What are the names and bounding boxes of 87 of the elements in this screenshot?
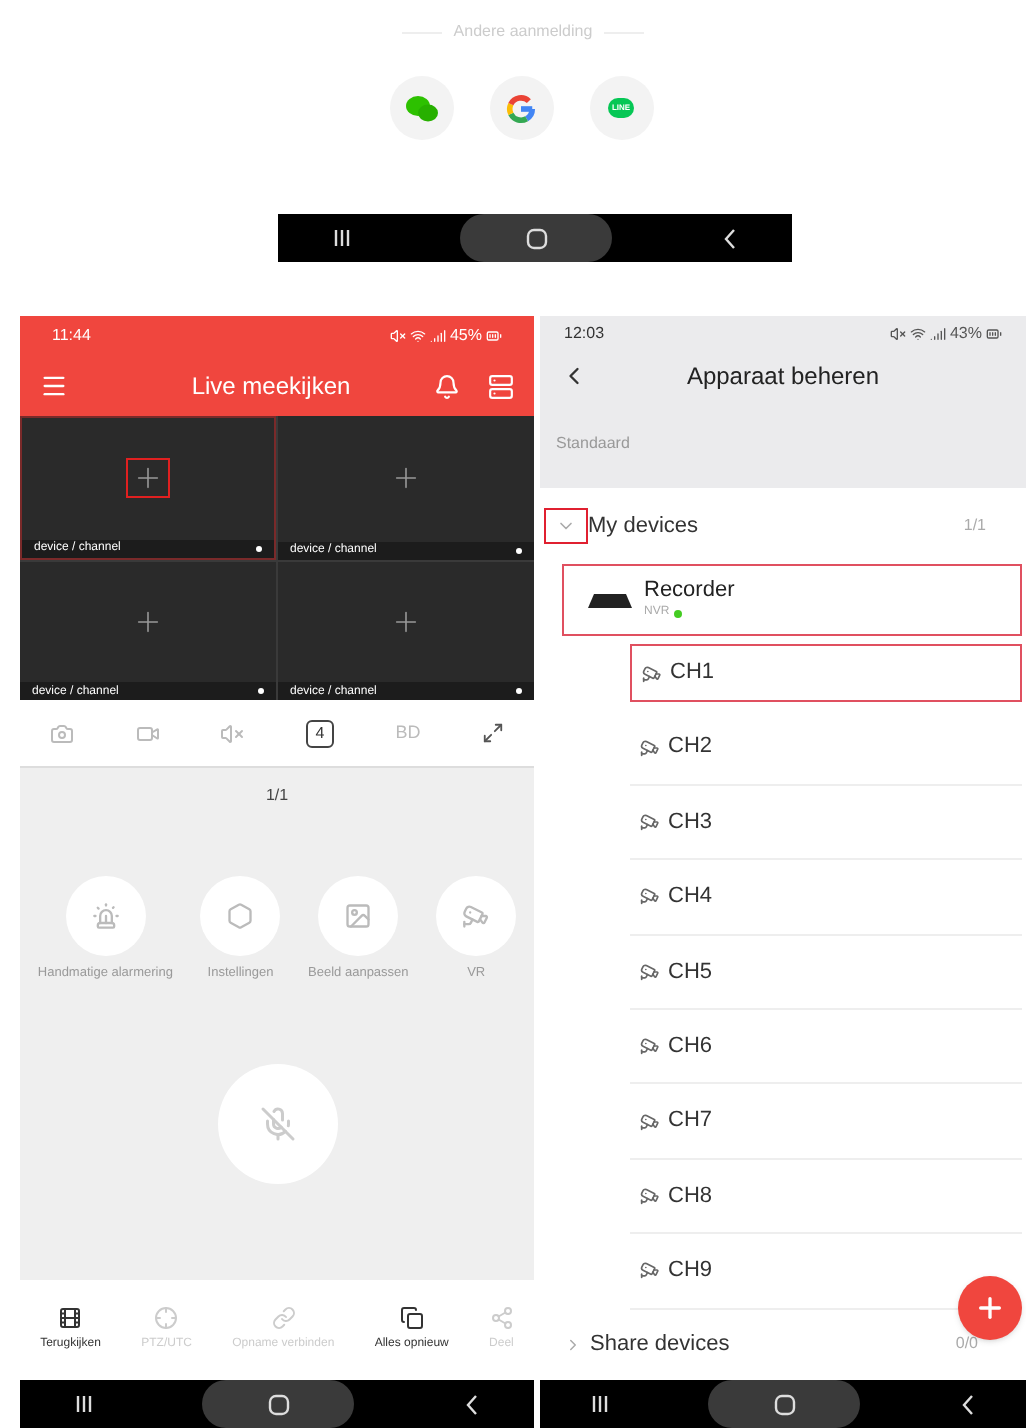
- channel-row[interactable]: CH5: [630, 935, 1022, 1010]
- status-time: 11:44: [52, 324, 91, 348]
- chevron-right-icon[interactable]: [564, 1335, 582, 1354]
- crosshair-icon: [154, 1306, 179, 1330]
- battery-icon: [986, 325, 1002, 341]
- battery-percentage: 45%: [449, 324, 482, 348]
- fullscreen-icon[interactable]: [481, 722, 504, 744]
- back-icon[interactable]: [463, 1393, 480, 1415]
- channel-row[interactable]: CH4: [630, 860, 1022, 936]
- screen-title: Apparaat beheren: [684, 359, 882, 393]
- bell-icon[interactable]: [434, 373, 460, 399]
- channel-row[interactable]: CH1: [630, 644, 1022, 703]
- status-time: 12:03: [564, 321, 605, 345]
- camera-icon: [640, 1111, 660, 1132]
- battery-icon: [486, 328, 502, 344]
- split-count-button[interactable]: 4: [305, 719, 335, 747]
- mute-icon: [889, 325, 906, 341]
- camera-icon: [640, 1036, 660, 1057]
- group-count: 0/0: [955, 1332, 978, 1357]
- share-icon: [489, 1306, 514, 1330]
- group-count: 1/1: [963, 514, 986, 538]
- link-icon: [271, 1306, 296, 1330]
- channel-row[interactable]: CH8: [630, 1159, 1022, 1235]
- camera-icon[interactable]: [50, 721, 75, 745]
- channel-label: CH5: [668, 957, 713, 987]
- channel-label: CH4: [668, 882, 713, 913]
- camera-icon: [642, 663, 662, 684]
- siren-icon: [91, 902, 120, 930]
- device-list-icon[interactable]: [488, 373, 514, 399]
- device-name: Recorder: [644, 578, 735, 604]
- recorder-icon: [588, 592, 632, 608]
- video-icon[interactable]: [135, 721, 160, 745]
- plus-icon: [974, 1292, 1006, 1324]
- signal-icon: [429, 328, 446, 344]
- channel-row[interactable]: CH6: [630, 1009, 1022, 1085]
- screen-title: Live meekijken: [189, 370, 353, 404]
- back-icon[interactable]: [960, 1393, 977, 1415]
- recent-apps-icon[interactable]: [332, 228, 353, 248]
- channel-row[interactable]: CH3: [630, 785, 1022, 861]
- camera-icon: [640, 886, 660, 907]
- home-button[interactable]: [708, 1380, 861, 1428]
- expand-toggle[interactable]: [544, 508, 588, 544]
- home-button[interactable]: [202, 1380, 355, 1428]
- camera-icon: [640, 737, 660, 758]
- back-icon[interactable]: [721, 227, 738, 249]
- channel-label: CH8: [668, 1181, 713, 1212]
- home-icon: [267, 1393, 290, 1415]
- channel-label: CH2: [668, 732, 713, 763]
- channel-row[interactable]: CH2: [630, 710, 1022, 786]
- channel-label: CH7: [668, 1106, 713, 1137]
- camera-icon: [640, 811, 660, 832]
- image-icon: [344, 902, 373, 930]
- settings-icon: [226, 902, 255, 930]
- chat-bubbles-icon: [405, 95, 437, 121]
- mute-icon: [389, 328, 406, 344]
- camera-icon: [640, 961, 660, 982]
- copy-icon: [399, 1306, 424, 1330]
- g-logo-icon: [506, 93, 536, 123]
- home-icon: [773, 1393, 796, 1415]
- group-name: Share devices: [590, 1330, 732, 1360]
- group-label: Standaard: [556, 432, 630, 456]
- muted-microphone-icon: [259, 1105, 295, 1142]
- signal-icon: [929, 325, 946, 341]
- channel-label: CH9: [668, 1256, 713, 1287]
- battery-percentage: 43%: [949, 321, 982, 345]
- film-icon: [58, 1306, 83, 1330]
- add-button[interactable]: [958, 1276, 1022, 1340]
- dome-camera-icon: [462, 902, 491, 930]
- login-provider-button[interactable]: [389, 76, 453, 140]
- channel-label: CH1: [670, 658, 715, 689]
- home-icon: [525, 227, 548, 249]
- channel-label: CH3: [668, 807, 713, 838]
- page-indicator: 1/1: [265, 784, 289, 808]
- camera-icon: [640, 1260, 660, 1281]
- recent-apps-icon[interactable]: [74, 1394, 95, 1414]
- wifi-icon: [409, 328, 426, 344]
- camera-icon: [640, 1185, 660, 1206]
- channel-label: CH6: [668, 1031, 713, 1062]
- group-name: My devices: [588, 511, 701, 542]
- recent-apps-icon[interactable]: [589, 1394, 610, 1414]
- add-channel-button[interactable]: [126, 458, 170, 499]
- wifi-icon: [909, 325, 926, 341]
- channel-row[interactable]: CH7: [630, 1084, 1022, 1160]
- login-provider-button[interactable]: [489, 76, 553, 140]
- mute-icon[interactable]: [220, 721, 245, 745]
- menu-icon[interactable]: [40, 372, 68, 400]
- home-button[interactable]: [460, 214, 613, 262]
